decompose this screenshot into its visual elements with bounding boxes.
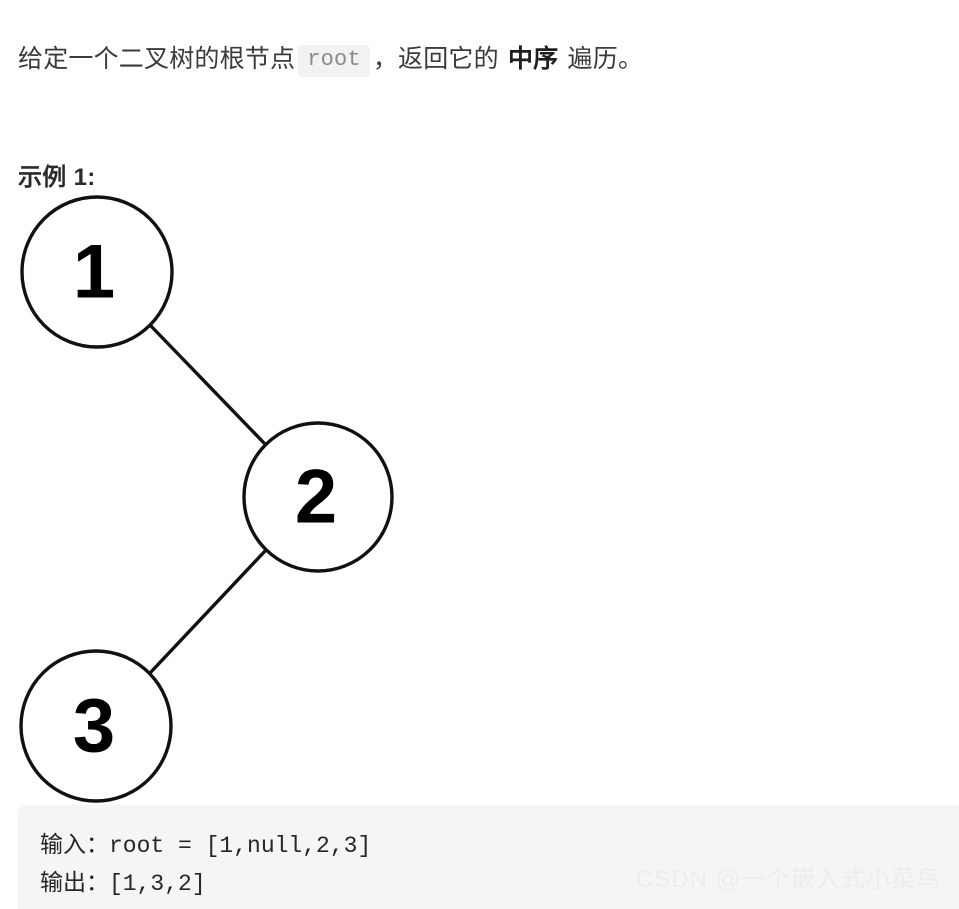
tree-node-2-label: 2 (295, 455, 337, 540)
tree-node-3-label: 3 (73, 684, 115, 769)
edge-node1-node2 (148, 323, 267, 446)
tree-node-1: 1 (20, 195, 174, 349)
problem-text-tail: 遍历。 (567, 45, 644, 73)
binary-tree-figure: 1 2 3 (0, 185, 440, 810)
inline-code-root: root (298, 45, 370, 77)
code-line-output: 输出：[1,3,2] (40, 871, 206, 897)
problem-text-before-code: 给定一个二叉树的根节点 (18, 45, 296, 73)
code-line-input: 输入：root = [1,null,2,3] (40, 833, 372, 859)
tree-node-3: 3 (19, 649, 173, 803)
tree-node-2: 2 (242, 421, 394, 573)
problem-statement: 给定一个二叉树的根节点 root ，返回它的 中序 遍历。 (18, 42, 938, 77)
edge-node2-node3 (148, 548, 268, 675)
tree-node-1-label: 1 (73, 230, 115, 315)
problem-text-after-code: ，返回它的 (372, 45, 499, 73)
binary-tree-svg: 1 2 3 (19, 195, 394, 803)
example-code-block: 输入：root = [1,null,2,3] 输出：[1,3,2] (18, 805, 959, 909)
problem-emphasis-term: 中序 (507, 45, 559, 73)
